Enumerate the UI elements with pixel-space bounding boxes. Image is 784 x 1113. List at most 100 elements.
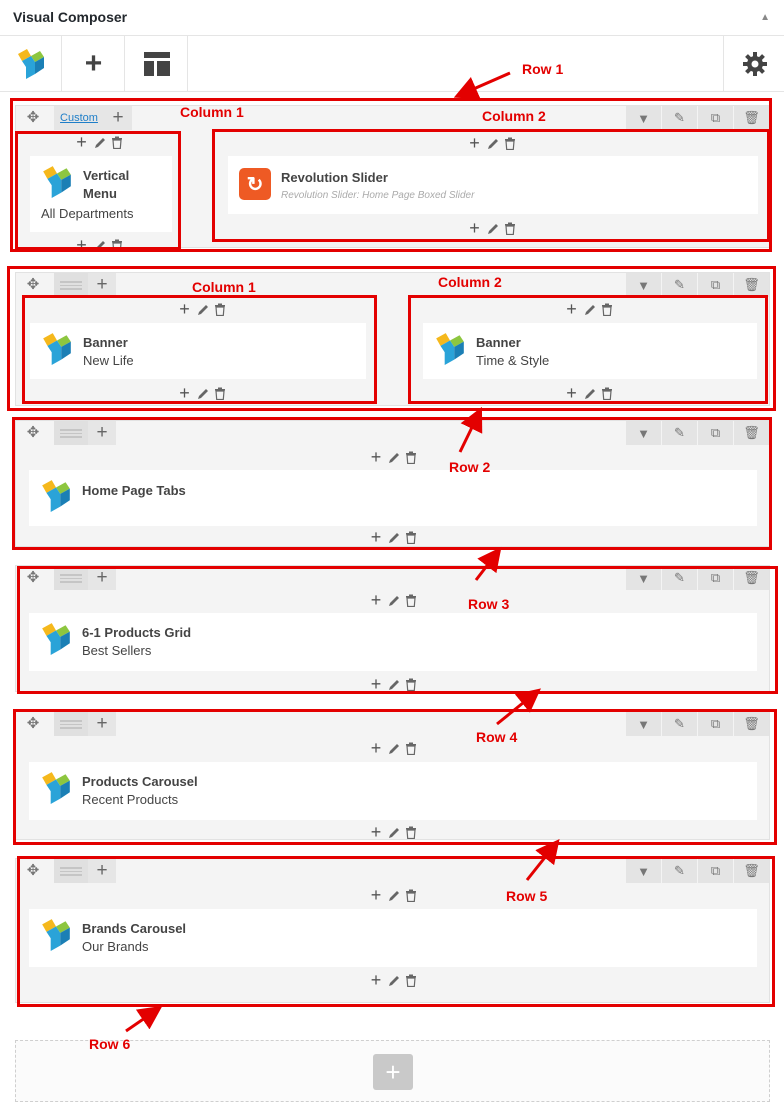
element-revolution-slider[interactable]: ↻ Revolution Slider Revolution Slider: H… [228, 156, 758, 214]
trash-icon[interactable] [405, 889, 417, 902]
element-banner[interactable]: Banner New Life [30, 323, 366, 379]
delete-row-icon[interactable]: 🗑 [734, 106, 769, 130]
clone-row-icon[interactable]: ⧉ [698, 106, 733, 130]
element-home-page-tabs[interactable]: Home Page Tabs [29, 470, 757, 526]
edit-row-icon[interactable]: ✎ [662, 712, 697, 736]
trash-icon[interactable] [405, 678, 417, 691]
row-layout-label[interactable]: Custom [60, 112, 98, 124]
clone-row-icon[interactable]: ⧉ [698, 859, 733, 883]
add-element-icon[interactable]: + [177, 300, 193, 318]
edit-icon[interactable] [388, 742, 401, 755]
add-row-button[interactable]: + [373, 1054, 413, 1090]
row-layout-button[interactable] [54, 566, 88, 590]
edit-icon[interactable] [388, 594, 401, 607]
edit-icon[interactable] [584, 303, 597, 316]
delete-row-icon[interactable]: 🗑 [734, 421, 769, 445]
trash-icon[interactable] [601, 303, 613, 316]
vc-logo-button[interactable] [0, 36, 62, 92]
toggle-row-icon[interactable]: ▼ [626, 566, 661, 590]
add-element-icon[interactable]: + [564, 300, 580, 318]
add-element-icon[interactable]: + [74, 133, 90, 151]
toggle-row-icon[interactable]: ▼ [626, 712, 661, 736]
trash-icon[interactable] [405, 594, 417, 607]
move-icon[interactable]: ✥ [24, 276, 42, 294]
element-vertical-menu[interactable]: Vertical Menu All Departments [30, 156, 172, 232]
clone-row-icon[interactable]: ⧉ [698, 566, 733, 590]
add-element-icon[interactable]: + [368, 591, 384, 609]
move-icon[interactable]: ✥ [24, 715, 42, 733]
add-column-button[interactable]: + [88, 859, 116, 883]
add-element-icon[interactable]: + [177, 384, 193, 402]
edit-row-icon[interactable]: ✎ [662, 421, 697, 445]
trash-icon[interactable] [405, 742, 417, 755]
trash-icon[interactable] [111, 136, 123, 149]
edit-row-icon[interactable]: ✎ [662, 566, 697, 590]
edit-row-icon[interactable]: ✎ [662, 106, 697, 130]
move-icon[interactable]: ✥ [24, 109, 42, 127]
element-products-grid[interactable]: 6-1 Products Grid Best Sellers [29, 613, 757, 671]
row-layout-button[interactable] [54, 421, 88, 445]
add-element-icon[interactable]: + [467, 134, 483, 152]
add-element-icon[interactable]: + [368, 675, 384, 693]
move-icon[interactable]: ✥ [24, 862, 42, 880]
trash-icon[interactable] [214, 303, 226, 316]
add-element-icon[interactable]: + [368, 448, 384, 466]
add-column-button[interactable]: + [88, 566, 116, 590]
edit-icon[interactable] [584, 387, 597, 400]
edit-icon[interactable] [94, 239, 107, 252]
edit-icon[interactable] [197, 387, 210, 400]
element-banner[interactable]: Banner Time & Style [423, 323, 757, 379]
trash-icon[interactable] [111, 239, 123, 252]
toggle-row-icon[interactable]: ▼ [626, 106, 661, 130]
clone-row-icon[interactable]: ⧉ [698, 712, 733, 736]
add-element-icon[interactable]: + [368, 971, 384, 989]
move-icon[interactable]: ✥ [24, 424, 42, 442]
edit-icon[interactable] [388, 678, 401, 691]
add-element-icon[interactable]: + [368, 823, 384, 841]
edit-row-icon[interactable]: ✎ [662, 859, 697, 883]
trash-icon[interactable] [405, 826, 417, 839]
edit-icon[interactable] [487, 222, 500, 235]
toggle-row-icon[interactable]: ▼ [626, 859, 661, 883]
add-column-button[interactable]: + [88, 273, 116, 297]
edit-icon[interactable] [94, 136, 107, 149]
trash-icon[interactable] [504, 137, 516, 150]
clone-row-icon[interactable]: ⧉ [698, 273, 733, 297]
row-layout-button[interactable] [54, 712, 88, 736]
delete-row-icon[interactable]: 🗑 [734, 273, 769, 297]
edit-icon[interactable] [388, 451, 401, 464]
edit-row-icon[interactable]: ✎ [662, 273, 697, 297]
add-element-icon[interactable]: + [467, 219, 483, 237]
row-layout-button[interactable] [54, 859, 88, 883]
delete-row-icon[interactable]: 🗑 [734, 859, 769, 883]
toggle-row-icon[interactable]: ▼ [626, 273, 661, 297]
element-brands-carousel[interactable]: Brands Carousel Our Brands [29, 909, 757, 967]
trash-icon[interactable] [405, 451, 417, 464]
edit-icon[interactable] [388, 974, 401, 987]
edit-icon[interactable] [388, 889, 401, 902]
settings-button[interactable] [723, 36, 784, 92]
edit-icon[interactable] [487, 137, 500, 150]
add-column-button[interactable]: + [88, 712, 116, 736]
edit-icon[interactable] [197, 303, 210, 316]
add-element-icon[interactable]: + [564, 384, 580, 402]
trash-icon[interactable] [601, 387, 613, 400]
row-layout-button[interactable]: Custom [54, 106, 104, 130]
edit-icon[interactable] [388, 826, 401, 839]
trash-icon[interactable] [405, 974, 417, 987]
add-element-button[interactable]: + [63, 36, 125, 92]
templates-button[interactable] [126, 36, 188, 92]
delete-row-icon[interactable]: 🗑 [734, 712, 769, 736]
trash-icon[interactable] [405, 531, 417, 544]
clone-row-icon[interactable]: ⧉ [698, 421, 733, 445]
row-layout-button[interactable] [54, 273, 88, 297]
move-icon[interactable]: ✥ [24, 569, 42, 587]
add-column-button[interactable]: + [88, 421, 116, 445]
trash-icon[interactable] [504, 222, 516, 235]
edit-icon[interactable] [388, 531, 401, 544]
add-element-icon[interactable]: + [368, 528, 384, 546]
delete-row-icon[interactable]: 🗑 [734, 566, 769, 590]
panel-collapse-icon[interactable]: ▲ [760, 12, 770, 23]
element-products-carousel[interactable]: Products Carousel Recent Products [29, 762, 757, 820]
add-element-icon[interactable]: + [368, 739, 384, 757]
